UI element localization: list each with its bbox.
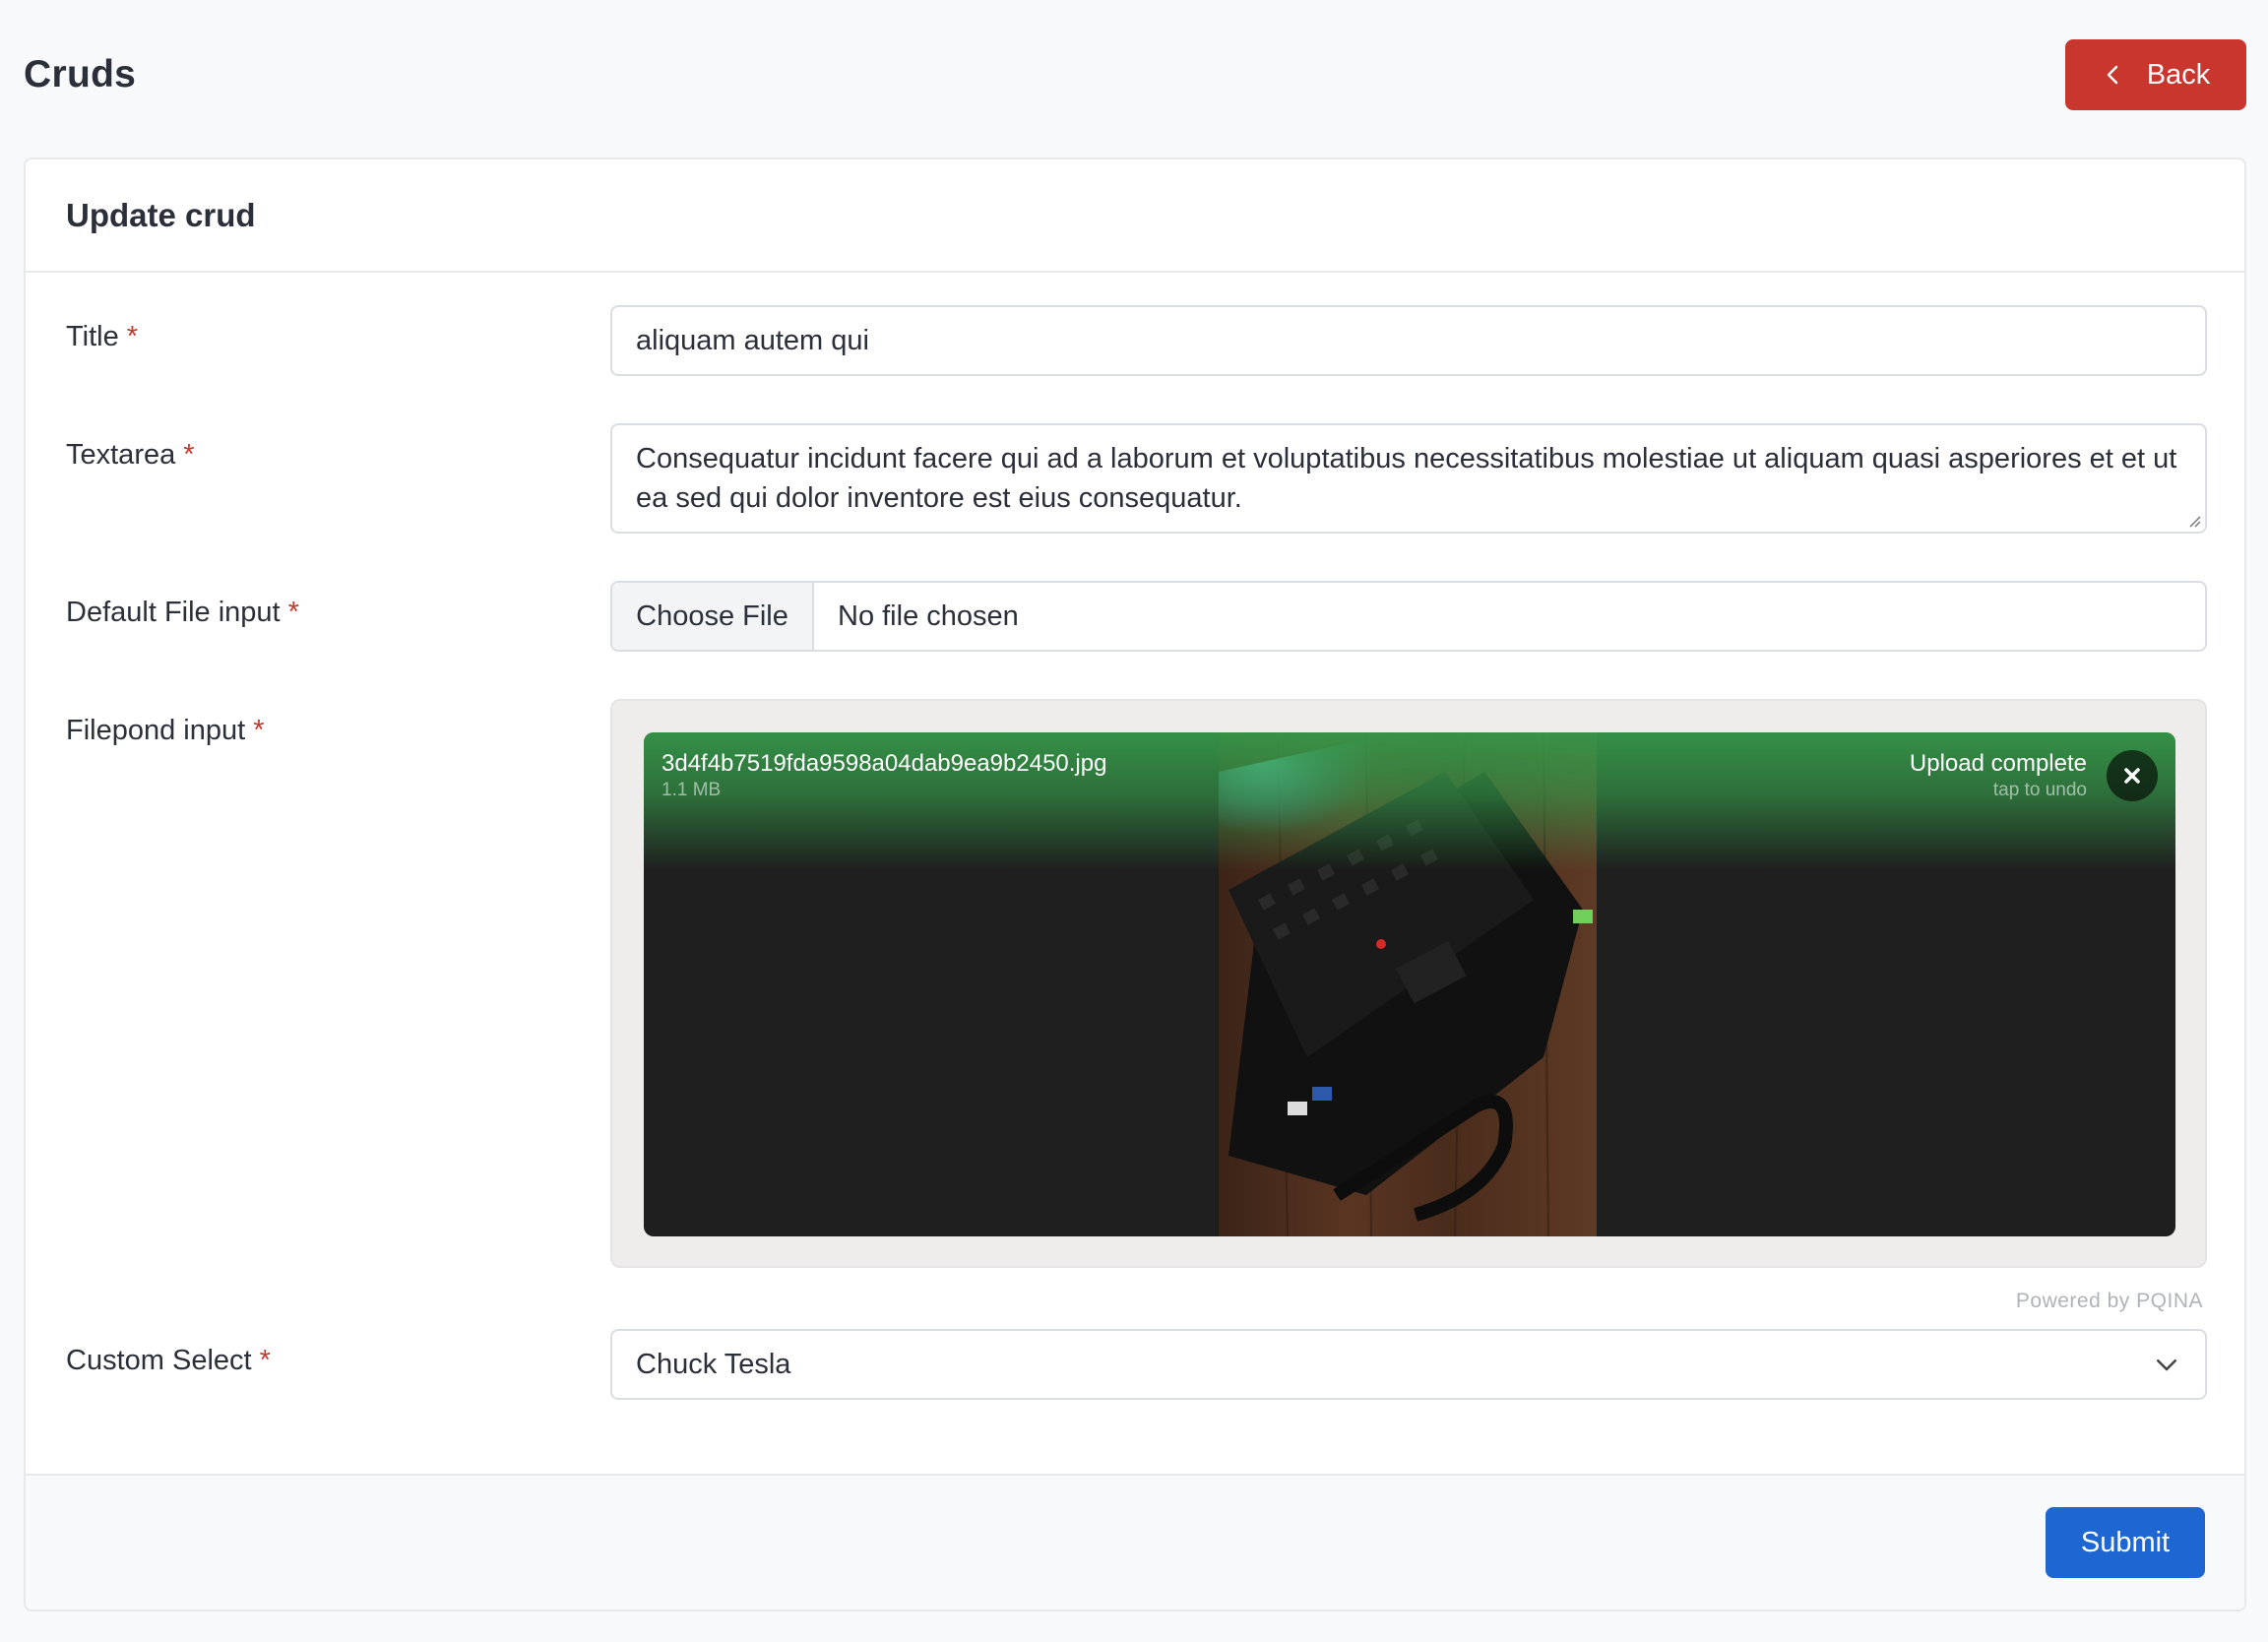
custom-select[interactable]: Chuck Tesla <box>610 1329 2207 1400</box>
resize-grip-icon[interactable] <box>2187 514 2201 528</box>
close-icon <box>2124 768 2140 784</box>
textarea-input[interactable]: Consequatur incidunt facere qui ad a lab… <box>610 423 2207 534</box>
submit-button[interactable]: Submit <box>2046 1507 2205 1578</box>
filepond-file-item[interactable]: 3d4f4b7519fda9598a04dab9ea9b2450.jpg 1.1… <box>644 732 2175 1236</box>
chevron-left-icon <box>2107 65 2117 85</box>
textarea-value: Consequatur incidunt facere qui ad a lab… <box>636 443 2177 514</box>
title-input[interactable]: aliquam autem qui <box>610 305 2207 376</box>
default-file-label: Default File input * <box>66 597 299 629</box>
choose-file-button[interactable]: Choose File <box>612 583 814 650</box>
title-input-value: aliquam autem qui <box>636 324 869 356</box>
default-file-input[interactable]: Choose File No file chosen <box>610 581 2207 652</box>
filepond-label: Filepond input * <box>66 715 264 747</box>
update-crud-card: Update crud Title * aliquam autem qui Tex… <box>24 158 2246 1611</box>
back-button[interactable]: Back <box>2065 39 2246 110</box>
title-label: Title * <box>66 321 138 353</box>
page-header: Cruds Back <box>24 39 2246 110</box>
title-label-text: Title <box>66 321 119 352</box>
custom-select-label: Custom Select * <box>66 1345 271 1377</box>
chevron-down-icon <box>2157 1359 2176 1371</box>
filepond-undo-hint[interactable]: tap to undo <box>1993 780 2087 801</box>
required-mark: * <box>259 1345 271 1376</box>
filepond-file-size: 1.1 MB <box>662 780 722 800</box>
card-title: Update crud <box>66 196 256 233</box>
back-button-label: Back <box>2146 58 2211 91</box>
filepond-dropzone[interactable]: 3d4f4b7519fda9598a04dab9ea9b2450.jpg 1.1… <box>610 699 2207 1268</box>
textarea-label: Textarea * <box>66 439 195 472</box>
custom-select-label-text: Custom Select <box>66 1345 252 1376</box>
file-status: No file chosen <box>838 600 1019 632</box>
textarea-label-text: Textarea <box>66 439 176 471</box>
card-header: Update crud <box>26 159 2244 273</box>
card-footer: Submit <box>26 1474 2244 1610</box>
filepond-remove-button[interactable] <box>2107 750 2158 801</box>
required-mark: * <box>183 439 195 471</box>
default-file-label-text: Default File input <box>66 597 281 628</box>
filepond-file-name: 3d4f4b7519fda9598a04dab9ea9b2450.jpg <box>662 750 1107 777</box>
required-mark: * <box>287 597 299 628</box>
custom-select-value: Chuck Tesla <box>636 1348 791 1380</box>
filepond-label-text: Filepond input <box>66 715 246 746</box>
filepond-upload-status: Upload complete <box>1909 750 2087 777</box>
required-mark: * <box>126 321 139 352</box>
required-mark: * <box>253 715 265 746</box>
page-title: Cruds <box>24 53 137 95</box>
filepond-credits-link[interactable]: Powered by PQINA <box>2016 1290 2203 1313</box>
